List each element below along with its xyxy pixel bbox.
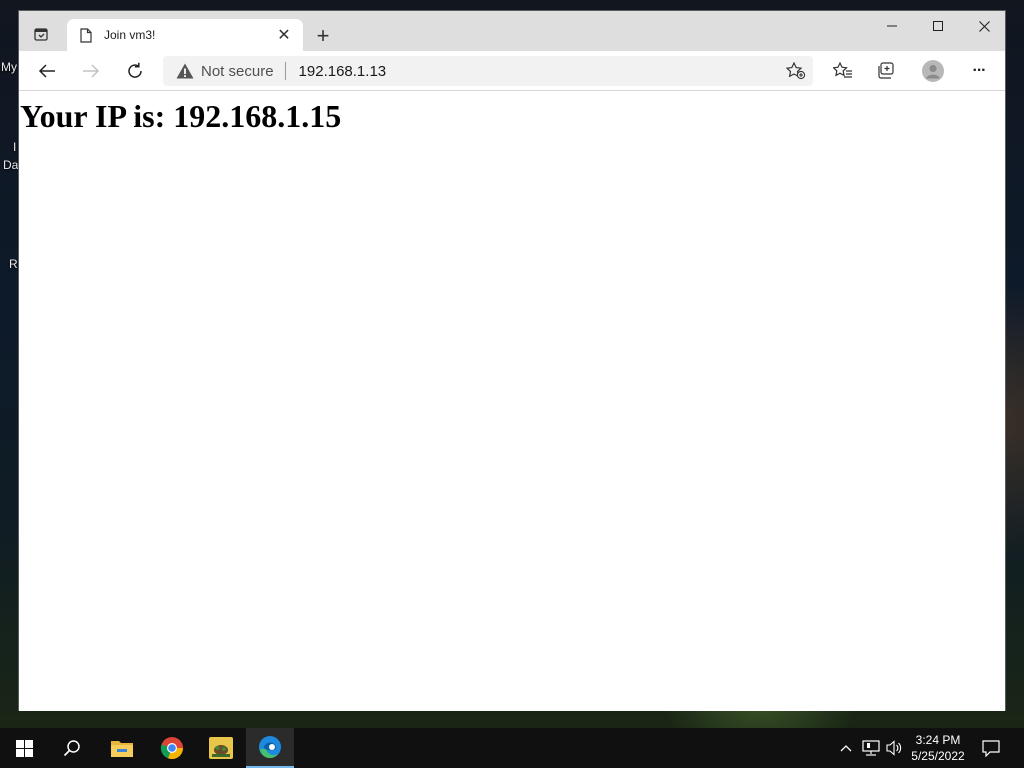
page-content: Your IP is: 192.168.1.15 — [19, 92, 1005, 711]
app-button[interactable] — [197, 728, 245, 768]
taskbar-clock[interactable]: 3:24 PM 5/25/2022 — [904, 732, 972, 764]
refresh-icon — [126, 62, 144, 80]
desktop-icon-label[interactable]: My — [1, 60, 17, 74]
tab-title: Join vm3! — [104, 28, 156, 42]
chrome-icon — [160, 736, 184, 760]
favorites-button[interactable] — [827, 56, 859, 86]
desktop-icon-label[interactable]: I — [13, 140, 16, 154]
back-arrow-icon — [38, 63, 56, 79]
browser-window: Join vm3! ✕ + Not secure 192.168.1.13 ··… — [18, 10, 1006, 711]
url-text[interactable]: 192.168.1.13 — [299, 63, 781, 80]
refresh-button[interactable] — [119, 56, 151, 86]
forward-arrow-icon — [82, 63, 100, 79]
search-icon — [63, 739, 81, 757]
desktop-icon-label[interactable]: Da — [3, 158, 18, 172]
minimize-icon — [887, 21, 897, 31]
start-icon — [15, 739, 33, 757]
speaker-icon — [886, 740, 904, 756]
star-add-icon — [786, 62, 806, 80]
tab-actions-icon — [33, 26, 49, 42]
show-hidden-icons-button[interactable] — [836, 728, 856, 768]
search-button[interactable] — [48, 728, 96, 768]
maximize-icon — [933, 21, 943, 31]
settings-more-button[interactable]: ··· — [963, 56, 995, 86]
notification-icon — [982, 739, 1000, 757]
add-favorite-button[interactable] — [781, 56, 811, 86]
edge-icon — [258, 735, 282, 759]
forward-button[interactable] — [75, 56, 107, 86]
chrome-button[interactable] — [148, 728, 196, 768]
network-button[interactable] — [860, 728, 882, 768]
close-icon — [978, 20, 990, 32]
favorites-star-icon — [833, 62, 853, 80]
address-divider — [284, 62, 286, 80]
network-icon — [862, 740, 880, 756]
chevron-up-icon — [840, 744, 852, 752]
warning-icon[interactable] — [176, 62, 194, 80]
file-explorer-button[interactable] — [98, 728, 146, 768]
clock-date: 5/25/2022 — [911, 749, 965, 763]
notifications-button[interactable] — [976, 728, 1006, 768]
file-explorer-icon — [110, 738, 134, 758]
page-document-icon — [79, 27, 93, 43]
address-bar[interactable]: Not secure 192.168.1.13 — [163, 56, 813, 86]
minimize-button[interactable] — [869, 11, 915, 41]
page-heading: Your IP is: 192.168.1.15 — [20, 98, 342, 134]
app-icon — [209, 737, 233, 759]
collections-icon — [877, 62, 897, 80]
browser-titlebar: Join vm3! ✕ + — [19, 11, 1005, 51]
tab-actions-button[interactable] — [29, 23, 53, 45]
taskbar: 3:24 PM 5/25/2022 — [0, 728, 1024, 768]
maximize-button[interactable] — [915, 11, 961, 41]
clock-time: 3:24 PM — [915, 733, 961, 747]
tab-join-vm3[interactable]: Join vm3! ✕ — [67, 19, 303, 51]
desktop-icon-label[interactable]: R — [9, 257, 18, 271]
collections-button[interactable] — [871, 56, 903, 86]
edge-button[interactable] — [246, 728, 294, 768]
security-status-label[interactable]: Not secure — [201, 63, 274, 80]
volume-button[interactable] — [884, 728, 906, 768]
profile-button[interactable] — [917, 56, 949, 86]
back-button[interactable] — [31, 56, 63, 86]
start-button[interactable] — [0, 728, 48, 768]
close-window-button[interactable] — [961, 11, 1007, 41]
browser-toolbar: Not secure 192.168.1.13 ··· — [19, 51, 1005, 91]
avatar-icon — [922, 60, 944, 82]
new-tab-button[interactable]: + — [311, 24, 335, 48]
tab-close-button[interactable]: ✕ — [273, 24, 295, 46]
